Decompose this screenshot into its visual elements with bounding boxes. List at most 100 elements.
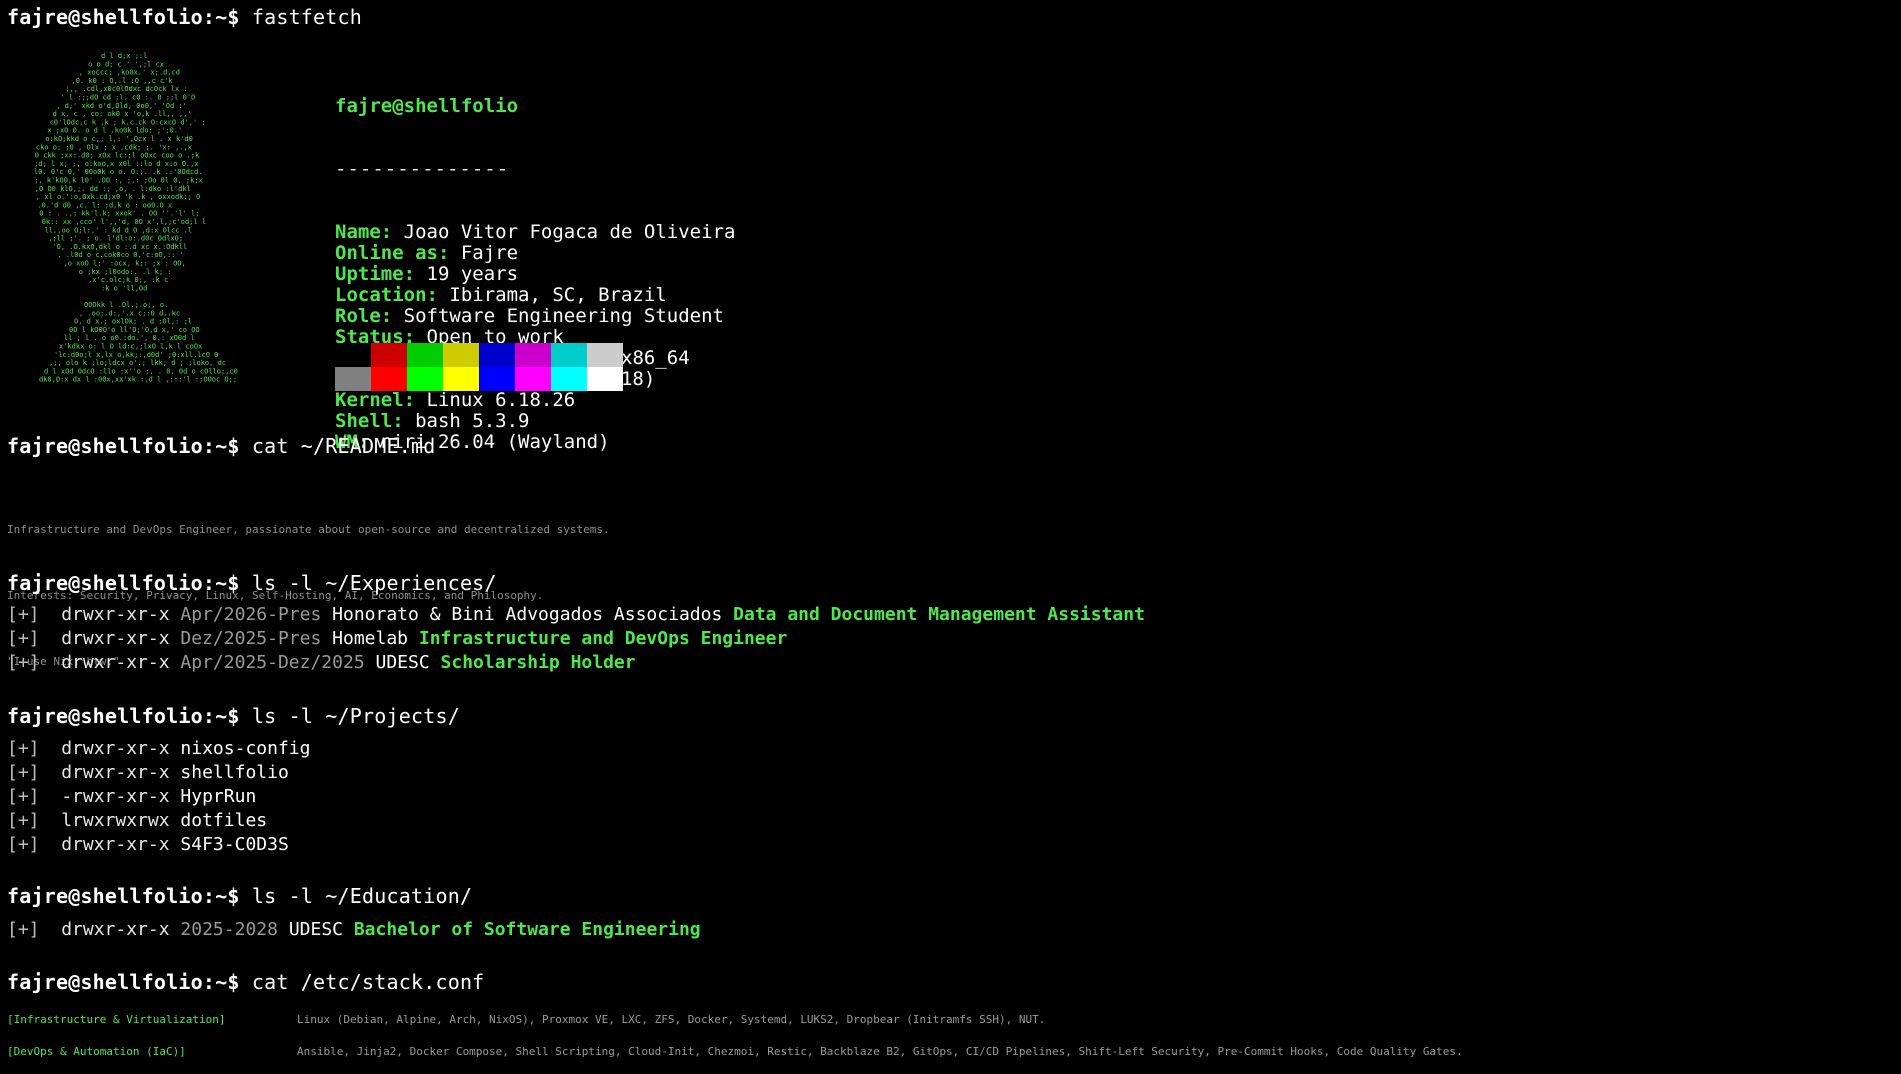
color-swatch xyxy=(587,343,623,367)
prompt-text: fajre@shellfolio:~$ xyxy=(7,884,240,908)
ascii-line: ,O O0 klO,;. dd :; ,o, . l:dko :l'dkl xyxy=(35,185,191,193)
color-swatch xyxy=(551,343,587,367)
expand-marker[interactable]: [+] xyxy=(7,919,40,940)
entry-role: Scholarship Holder xyxy=(440,652,636,673)
list-item[interactable]: [+] drwxr-xr-x Apr/2025-Dez/2025 UDESC S… xyxy=(7,651,1145,675)
fastfetch-separator: -------------- xyxy=(335,158,510,180)
ascii-line: ;,, .cdl,x0c0lOdxc dcOck lx : xyxy=(65,85,187,93)
entry-name: UDESC xyxy=(288,919,343,940)
expand-marker[interactable]: [+] xyxy=(7,628,40,649)
entry-name: Homelab xyxy=(332,628,409,649)
ascii-line: , .oo;.d:,'.x c;:0 d..kc xyxy=(79,309,180,317)
color-swatch xyxy=(407,343,443,367)
entry-name: dotfiles xyxy=(180,810,268,831)
list-item[interactable]: [+] drwxr-xr-x Dez/2025-Pres Homelab Inf… xyxy=(7,627,1145,651)
readme-content: Infrastructure and DevOps Engineer, pass… xyxy=(7,475,610,717)
list-item[interactable]: [+] drwxr-xr-x nixos-config xyxy=(7,737,310,761)
fastfetch-user-host: fajre@shellfolio xyxy=(335,95,519,117)
ascii-line: O, d x.; oxlOk; . d ;Ol,: ;l xyxy=(74,318,192,326)
stack-items: Linux (Debian, Alpine, Arch, NixOS), Pro… xyxy=(297,1013,1046,1026)
expand-marker[interactable]: [+] xyxy=(7,834,40,855)
ascii-line: o:kO;kkd o c,; l,: ',Ocx l . x k'd0 xyxy=(45,135,193,143)
ascii-line: , d;' xkd o'd,Old, 0o0,' 'Od :' xyxy=(56,102,187,110)
command-text: ls -l ~/Education/ xyxy=(251,884,473,908)
entry-name: HyprRun xyxy=(180,786,257,807)
command-text: cat ~/README.md xyxy=(251,434,436,458)
list-item[interactable]: [+] -rwxr-xr-x HyprRun xyxy=(7,785,310,809)
ascii-line: x ;xO 0. o d l .ko0k ldo: ;';0.' xyxy=(47,127,182,135)
entry-role: Bachelor of Software Engineering xyxy=(353,919,701,940)
entry-name: S4F3-C0D3S xyxy=(180,834,289,855)
fastfetch-value: 19 years xyxy=(426,263,519,285)
fastfetch-row: Name: Joao Vitor Fogaca de Oliveira xyxy=(335,222,735,243)
command-text: fastfetch xyxy=(251,5,363,29)
fastfetch-value: bash 5.3.9 xyxy=(415,410,530,432)
expand-marker[interactable]: [+] xyxy=(7,786,40,807)
ascii-line: ;d; l x; ;, o:koo,x x0l ::lo d x:o O.,x xyxy=(34,160,198,168)
prompt-line-fastfetch: fajre@shellfolio:~$ fastfetch xyxy=(7,5,362,29)
fastfetch-row: Role: Software Engineering Student xyxy=(335,306,735,327)
ascii-line: 'lc:d0o;l x,lx o,kk;:,d0d' ;0:xll.lcO 0 xyxy=(54,351,218,359)
color-swatch xyxy=(479,367,515,391)
color-swatch xyxy=(371,367,407,391)
entry-role: Infrastructure and DevOps Engineer xyxy=(418,628,788,649)
fastfetch-key: Kernel: xyxy=(335,389,416,411)
terminal-window[interactable]: fajre@shellfolio:~$ fastfetch d l d;x ;:… xyxy=(0,0,1901,1070)
fastfetch-value: Linux 6.18.26 xyxy=(426,389,576,411)
ascii-line: .0.'d d0 ,c. l: ;d,k o : oo0.O x xyxy=(37,201,172,209)
ascii-line: , xl o.':o,Oxk.cd;x0 'k .k , oxxodk:; O xyxy=(36,193,200,201)
prompt-text: fajre@shellfolio:~$ xyxy=(7,571,240,595)
list-item[interactable]: [+] drwxr-xr-x Apr/2026-Pres Honorato & … xyxy=(7,603,1145,627)
fastfetch-key: Online as: xyxy=(335,242,450,264)
list-item[interactable]: [+] drwxr-xr-x S4F3-C0D3S xyxy=(7,833,310,857)
expand-marker[interactable]: [+] xyxy=(7,738,40,759)
ascii-line: d x, c , co: ok0 x 'o,k .ll,, ,,' xyxy=(53,110,192,118)
permissions: drwxr-xr-x xyxy=(61,604,170,625)
ascii-line: 0 : . .,; kk'l.k; xxok' . OO ''.'l' l; xyxy=(39,210,199,218)
fastfetch-key: Name: xyxy=(335,221,393,243)
ascii-line: o o d; c ' ',;l cx xyxy=(88,60,164,68)
prompt-text: fajre@shellfolio:~$ xyxy=(7,5,240,29)
color-swatch xyxy=(587,367,623,391)
permissions: drwxr-xr-x xyxy=(61,834,170,855)
ascii-line: OOOkk l .Ol.;.o;, o. xyxy=(84,301,168,309)
fastfetch-value: Software Engineering Student xyxy=(403,305,724,327)
ascii-line: cko o; ;0 , Olx : x ,cdk; ;. 'x: ,.,x xyxy=(36,143,192,151)
color-swatch xyxy=(407,367,443,391)
color-swatch xyxy=(443,343,479,367)
color-swatch xyxy=(479,343,515,367)
color-swatch xyxy=(335,343,371,367)
expand-marker[interactable]: [+] xyxy=(7,810,40,831)
color-swatch xyxy=(335,367,371,391)
permissions: drwxr-xr-x xyxy=(61,738,170,759)
fastfetch-row: Location: Ibirama, SC, Brazil xyxy=(335,285,735,306)
date-range: Dez/2025-Pres xyxy=(180,628,322,649)
ascii-line: , .l0d o c.cok0co 0,'c:oO,:: ' xyxy=(57,251,183,259)
education-list: [+] drwxr-xr-x 2025-2028 UDESC Bachelor … xyxy=(7,918,701,942)
ascii-line: l0. 0'c 0,' 0Oo0k o o. O:;. .k .:'0Odcd. xyxy=(34,168,203,176)
fastfetch-value: Joao Vitor Fogaca de Oliveira xyxy=(403,221,736,243)
expand-marker[interactable]: [+] xyxy=(7,604,40,625)
stack-category: [DevOps & Automation (IaC)] xyxy=(7,1045,186,1058)
ascii-line: x'kdkx o: l O ld:c,;lxO l,k l coOx xyxy=(59,343,202,351)
list-item[interactable]: [+] lrwxrwxrwx dotfiles xyxy=(7,809,310,833)
fastfetch-info: fajre@shellfolio -------------- Name: Jo… xyxy=(335,54,735,495)
permissions: drwxr-xr-x xyxy=(61,762,170,783)
fastfetch-value: Ibirama, SC, Brazil xyxy=(449,284,667,306)
ascii-line: 'O, .O.kxO,dkl o :.d xc x.:Odkll xyxy=(52,243,187,251)
ascii-line: ,x'c.olc;k 0;, :k c xyxy=(88,276,168,284)
expand-marker[interactable]: [+] xyxy=(7,762,40,783)
ascii-line: ;, k'kO0,k l0' .OO :, ;,: ;Oo 0l 0, ;k;x xyxy=(34,177,203,185)
permissions: drwxr-xr-x xyxy=(61,919,170,940)
ascii-line: c0'lOdc,c k ,k ; k.c.ck O:cxcO d',' ; xyxy=(50,118,206,126)
list-item[interactable]: [+] drwxr-xr-x 2025-2028 UDESC Bachelor … xyxy=(7,918,701,942)
color-swatch xyxy=(551,367,587,391)
permissions: drwxr-xr-x xyxy=(61,652,170,673)
ascii-line: d l xOd 0dcO :llo :x''o ;, . 0, 0d o cOl… xyxy=(44,367,238,375)
list-item[interactable]: [+] drwxr-xr-x shellfolio xyxy=(7,761,310,785)
entry-name: Honorato & Bini Advogados Associados xyxy=(332,604,723,625)
prompt-text: fajre@shellfolio:~$ xyxy=(7,704,240,728)
expand-marker[interactable]: [+] xyxy=(7,652,40,673)
prompt-line-stack: fajre@shellfolio:~$ cat /etc/stack.conf xyxy=(7,970,484,994)
stack-items: Ansible, Jinja2, Docker Compose, Shell S… xyxy=(297,1045,1463,1058)
